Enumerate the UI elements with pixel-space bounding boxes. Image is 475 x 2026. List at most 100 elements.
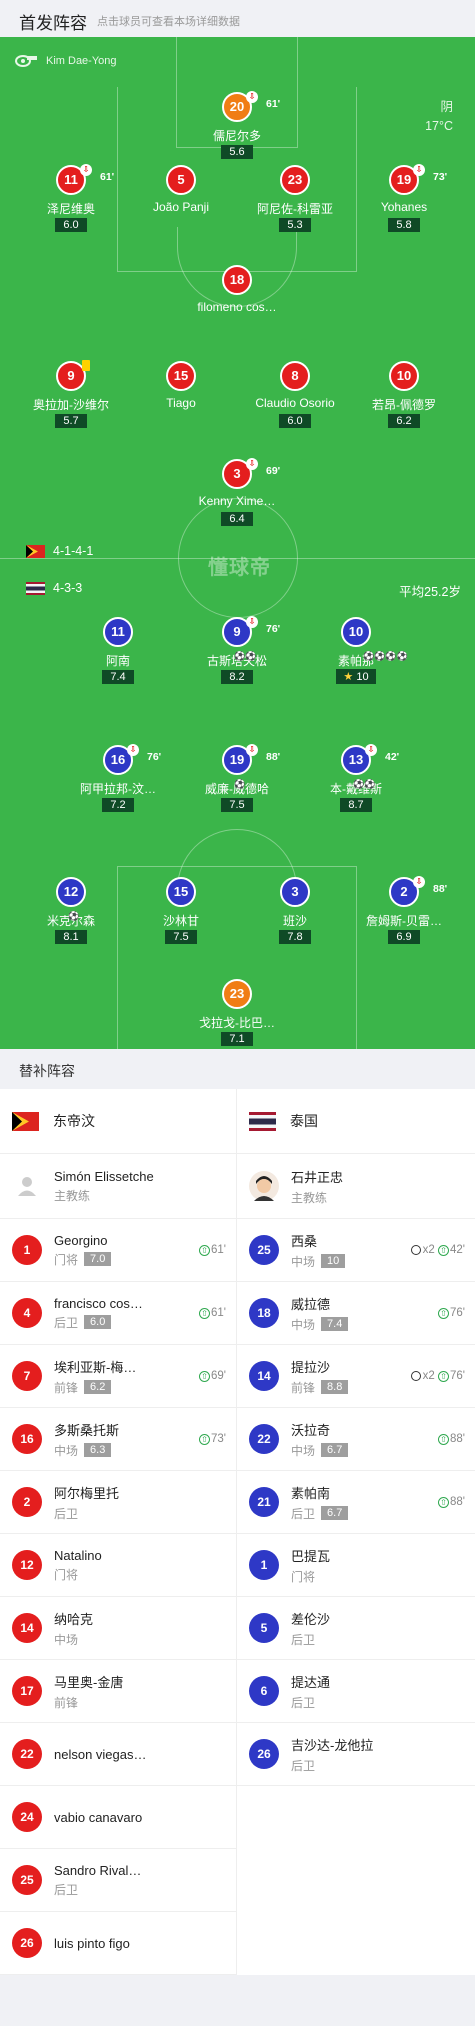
sub-player-row[interactable]: 4 francisco cos… 后卫 6.0 ⇧ 61' (0, 1282, 236, 1345)
sub-player-row[interactable]: 18 威拉德 中场 7.4 ⇧ 76' (237, 1282, 475, 1345)
player-home-8[interactable]: 8 Claudio Osorio 6.0 (237, 361, 353, 429)
player-away-23[interactable]: 23 戈拉戈-比巴… 7.1 (179, 979, 295, 1047)
sub-player-row[interactable]: 12 Natalino 门将 (0, 1534, 236, 1597)
goal-ball-icon (410, 1371, 421, 1381)
sub-player-row[interactable]: 22 沃拉奇 中场 6.7 ⇧ 88' (237, 1408, 475, 1471)
sub-number: 26 (12, 1928, 42, 1958)
home-coach[interactable]: Simón Elissetche 主教练 (0, 1154, 236, 1219)
player-home-19[interactable]: 19 ⇩ 73' Yohanes 5.8 (346, 164, 462, 233)
sub-player-row[interactable]: 22 nelson viegas… (0, 1723, 236, 1786)
player-rating: 8.1 (55, 930, 87, 944)
sub-number: 4 (12, 1298, 42, 1328)
goal-ball-icons: ⚽⚽ (234, 651, 257, 661)
player-home-9[interactable]: 9 奥拉加-沙维尔 5.7 (13, 360, 129, 429)
page-title: 首发阵容 (19, 14, 87, 33)
player-away-12[interactable]: 12 ⚽ 米克尔森 8.1 (13, 877, 129, 945)
sub-out-icon: ⇩ (246, 744, 258, 756)
sub-player-row[interactable]: 5 差伦沙 后卫 (237, 1597, 475, 1660)
sub-in-minute: 88' (450, 1433, 465, 1445)
weather-temperature: 17°C (425, 119, 453, 133)
player-number: 16 ⇩ 76' (103, 744, 161, 775)
sub-player-row[interactable]: 2 阿尔梅里托 后卫 (0, 1471, 236, 1534)
sub-player-row[interactable]: 25 Sandro Rival… 后卫 (0, 1849, 236, 1912)
sub-in-minute: 73' (211, 1433, 226, 1445)
player-home-23[interactable]: 23 阿尼佐-科雷亚 5.3 (237, 165, 353, 233)
player-away-10[interactable]: 10 ⚽⚽⚽⚽ 素帕那 ★ 10 (298, 617, 414, 685)
player-home-3[interactable]: 3 ⇩ 69' Kenny Xime… 6.4 (179, 458, 295, 527)
sub-player-row[interactable]: 14 纳哈克 中场 (0, 1597, 236, 1660)
sub-player-row[interactable]: 26 luis pinto figo (0, 1912, 236, 1975)
away-formation: 4-3-3 (26, 581, 82, 595)
player-number: 19 ⇩ 73' (389, 164, 447, 195)
player-home-10[interactable]: 10 若昂-佩德罗 6.2 (346, 361, 462, 429)
sub-player-row[interactable]: 25 西桑 中场 10 x2 ⇧ 42' (237, 1219, 475, 1282)
sub-name: vabio canavaro (54, 1809, 143, 1825)
player-away-3[interactable]: 3 班沙 7.8 (237, 877, 353, 945)
sub-player-row[interactable]: 1 Georgino 门将 7.0 ⇧ 61' (0, 1219, 236, 1282)
sub-player-row[interactable]: 1 巴提瓦 门将 (237, 1534, 475, 1597)
player-home-5[interactable]: 5 João Panji (123, 165, 239, 215)
sub-event: x2 ⇧ 42' (410, 1244, 465, 1256)
player-rating: 6.0 (279, 414, 311, 428)
goal-ball-icon (410, 1245, 421, 1255)
player-number: 3 ⇩ 69' (222, 458, 280, 489)
player-number: 10 ⚽⚽⚽⚽ (341, 617, 408, 661)
away-formation-label: 4-3-3 (53, 581, 83, 595)
sub-player-row[interactable]: 7 埃利亚斯-梅… 前锋 6.2 ⇧ 69' (0, 1345, 236, 1408)
player-away-19[interactable]: 19 ⇩ 88' ⚽ 威廉-威德哈 7.5 (179, 744, 295, 813)
sub-player-row[interactable]: 26 吉沙达-龙他拉 后卫 (237, 1723, 475, 1786)
player-number: 15 (166, 361, 196, 391)
goal-ball-icons: ⚽⚽⚽⚽ (363, 651, 408, 661)
player-away-16[interactable]: 16 ⇩ 76' 阿甲拉邦-汶… 7.2 (60, 744, 176, 813)
player-home-18[interactable]: 18 filomeno cos… (179, 265, 295, 315)
sub-player-row[interactable]: 6 提达通 后卫 (237, 1660, 475, 1723)
away-team-row[interactable]: 泰国 (237, 1089, 475, 1154)
sub-position-row: 后卫 (54, 1505, 226, 1522)
sub-number: 26 (249, 1739, 279, 1769)
player-away-2[interactable]: 2 ⇩ 88' 詹姆斯-贝雷… 6.9 (346, 876, 462, 945)
player-name: 阿南 (105, 654, 130, 667)
sub-position-row: 后卫 (54, 1881, 226, 1898)
sub-position-row: 中场 10 (291, 1253, 411, 1270)
sub-name: 巴提瓦 (291, 1548, 331, 1564)
sub-name: luis pinto figo (54, 1935, 130, 1951)
sub-name: 纳哈克 (54, 1611, 94, 1627)
sub-player-row[interactable]: 17 马里奥-金唐 前锋 (0, 1660, 236, 1723)
sub-position: 后卫 (54, 1506, 79, 1521)
goal-ball-icons: ⚽ (68, 911, 80, 921)
sub-rating: 6.0 (84, 1315, 112, 1329)
player-away-15[interactable]: 15 沙林甘 7.5 (123, 877, 239, 945)
sub-position: 前锋 (291, 1380, 316, 1395)
sub-name: Sandro Rival… (54, 1862, 142, 1878)
sub-player-row[interactable]: 21 素帕南 后卫 6.7 ⇧ 88' (237, 1471, 475, 1534)
player-number: 11 ⇩ 61' (56, 164, 114, 195)
sub-in-minute: 61' (211, 1244, 226, 1256)
away-coach[interactable]: 石井正忠 主教练 (237, 1154, 475, 1219)
player-rating: 6.0 (55, 218, 87, 232)
player-away-9[interactable]: 9 ⇩ 76' ⚽⚽ 古斯塔夫松 8.2 (179, 616, 295, 685)
player-home-20[interactable]: 20 ⇩ 61' 儒尼尔多 5.6 (179, 91, 295, 160)
player-name: Yohanes (380, 200, 428, 214)
player-home-15[interactable]: 15 Tiago (123, 361, 239, 411)
sub-name: 提达通 (291, 1674, 331, 1690)
sub-minute: 88' (266, 751, 281, 763)
sub-player-row[interactable]: 24 vabio canavaro (0, 1786, 236, 1849)
player-name: 沙林甘 (162, 914, 199, 927)
sub-number: 16 (12, 1424, 42, 1454)
sub-name: francisco cos… (54, 1295, 143, 1311)
player-away-11[interactable]: 11 阿南 7.4 (60, 617, 176, 685)
player-name: 若昂-佩德罗 (372, 398, 436, 411)
sub-in-icon: ⇧ (438, 1433, 449, 1445)
sub-position-row: 前锋 6.2 (54, 1379, 199, 1396)
player-number: 5 (166, 165, 196, 195)
sub-position-row: 门将 (291, 1568, 465, 1585)
player-home-11[interactable]: 11 ⇩ 61' 泽尼维奥 6.0 (13, 164, 129, 233)
player-away-13[interactable]: 13 ⇩ 42' ⚽⚽ 本-戴维斯 8.7 (298, 744, 414, 813)
sub-player-row[interactable]: 14 提拉沙 前锋 8.8 x2 ⇧ 76' (237, 1345, 475, 1408)
player-rating: 6.2 (388, 414, 420, 428)
sub-number: 6 (249, 1676, 279, 1706)
sub-number: 14 (12, 1613, 42, 1643)
page-subtitle: 点击球员可查看本场详细数据 (97, 16, 240, 28)
sub-player-row[interactable]: 16 多斯桑托斯 中场 6.3 ⇧ 73' (0, 1408, 236, 1471)
home-team-row[interactable]: 东帝汶 (0, 1089, 236, 1154)
